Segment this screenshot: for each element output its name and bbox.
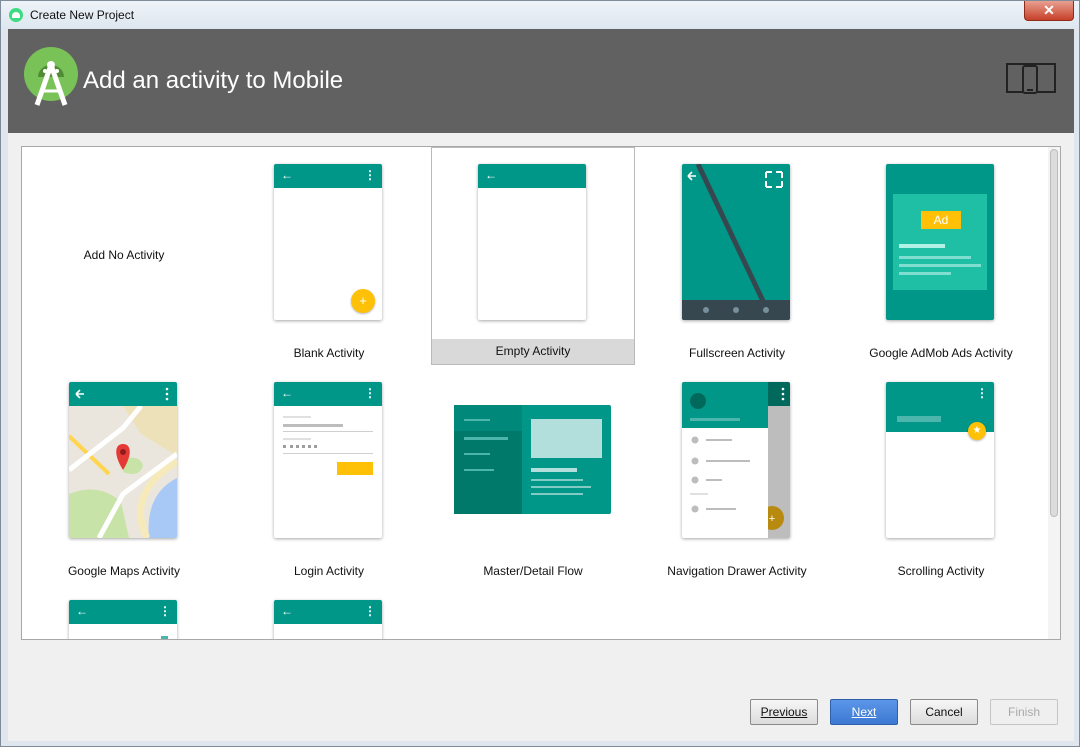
template-label: Google AdMob Ads Activity (869, 346, 1013, 360)
template-label: Login Activity (293, 564, 365, 578)
next-button[interactable]: Next (830, 699, 898, 725)
master-detail-thumbnail (454, 405, 611, 514)
star-icon: ★ (968, 422, 986, 440)
ad-card: Ad (893, 194, 987, 290)
template-blank-activity[interactable]: ← ⋮ + Blank Activity (227, 147, 431, 365)
page-title: Add an activity to Mobile (83, 67, 344, 94)
template-label: Add No Activity (83, 248, 165, 262)
template-row3-item-2[interactable]: ← ⋮ (227, 583, 431, 639)
overflow-menu-icon: ⋮ (364, 386, 376, 400)
maps-thumbnail (69, 382, 177, 538)
next-label: Next (851, 705, 877, 719)
overflow-menu-icon: ⋮ (159, 604, 171, 618)
cancel-label: Cancel (925, 705, 963, 719)
finish-label: Finish (1007, 705, 1040, 719)
admob-thumbnail: Ad (886, 164, 994, 320)
login-thumbnail: ← ⋮ (274, 382, 382, 538)
window-title: Create New Project (30, 8, 135, 22)
template-empty-activity[interactable]: ← Empty Activity (431, 147, 635, 365)
back-arrow-icon: ← (281, 386, 293, 400)
back-arrow-icon: ← (485, 168, 497, 182)
template-scrolling-activity[interactable]: ⋮ ★ Scrolling Activity (839, 365, 1043, 583)
template-label: Blank Activity (293, 346, 365, 360)
template-navigation-drawer-activity[interactable]: + Navigation Drawer Activity (635, 365, 839, 583)
template-add-no-activity[interactable]: Add No Activity (22, 147, 226, 365)
fullscreen-art (682, 164, 790, 320)
svg-text:+: + (769, 513, 775, 525)
ad-badge: Ad (921, 211, 961, 229)
template-label: Navigation Drawer Activity (667, 564, 807, 578)
template-label: Google Maps Activity (67, 564, 181, 578)
empty-activity-thumbnail: ← (478, 164, 586, 320)
overflow-menu-icon: ⋮ (364, 604, 376, 618)
template-label: Fullscreen Activity (688, 346, 786, 360)
scrolling-thumbnail: ⋮ ★ (886, 382, 994, 538)
fab-plus-icon: + (351, 289, 375, 313)
fullscreen-thumbnail (682, 164, 790, 320)
back-arrow-icon: ← (281, 168, 293, 182)
phone-and-tablet-icon (1006, 63, 1056, 94)
gallery-scrollbar[interactable] (1048, 147, 1060, 639)
cancel-button[interactable]: Cancel (910, 699, 978, 725)
template-label: Scrolling Activity (897, 564, 985, 578)
wizard-buttons: Previous Next Cancel Finish (8, 699, 1074, 725)
scrollbar-thumb[interactable] (1050, 149, 1058, 517)
partial-thumbnail: ← ⋮ (274, 600, 382, 639)
back-arrow-icon: ← (281, 604, 293, 618)
title-bar: Create New Project ✕ (1, 1, 1079, 29)
template-google-maps-activity[interactable]: Google Maps Activity (22, 365, 226, 583)
finish-button[interactable]: Finish (990, 699, 1058, 725)
android-studio-logo (24, 47, 78, 106)
nav-drawer-thumbnail: + (682, 382, 790, 538)
dialog-content: Add an activity to Mobile Add No Activit… (8, 29, 1074, 741)
template-login-activity[interactable]: ← ⋮ Login Activity (227, 365, 431, 583)
previous-button[interactable]: Previous (750, 699, 818, 725)
template-master-detail-flow[interactable]: Master/Detail Flow (431, 365, 635, 583)
map-art (69, 382, 177, 538)
template-admob-activity[interactable]: Ad Google AdMob Ads Activity (839, 147, 1043, 365)
template-fullscreen-activity[interactable]: Fullscreen Activity (635, 147, 839, 365)
back-arrow-icon: ← (76, 604, 88, 618)
blank-activity-thumbnail: ← ⋮ + (274, 164, 382, 320)
create-project-window: Create New Project ✕ Add an activity to … (0, 0, 1080, 747)
close-button[interactable]: ✕ (1024, 1, 1074, 21)
template-label: Empty Activity (432, 339, 634, 364)
previous-label: Previous (760, 705, 808, 719)
template-row3-item-1[interactable]: ← ⋮ (22, 583, 226, 639)
overflow-menu-icon: ⋮ (976, 386, 988, 400)
android-studio-icon (9, 8, 23, 22)
template-label: Master/Detail Flow (483, 564, 583, 578)
wizard-header: Add an activity to Mobile (8, 29, 1074, 133)
nav-drawer-art: + (682, 382, 790, 538)
partial-thumbnail: ← ⋮ (69, 600, 177, 639)
overflow-menu-icon: ⋮ (364, 168, 376, 182)
activity-template-gallery: Add No Activity ← ⋮ + Blank Activity ← Em… (21, 146, 1061, 640)
